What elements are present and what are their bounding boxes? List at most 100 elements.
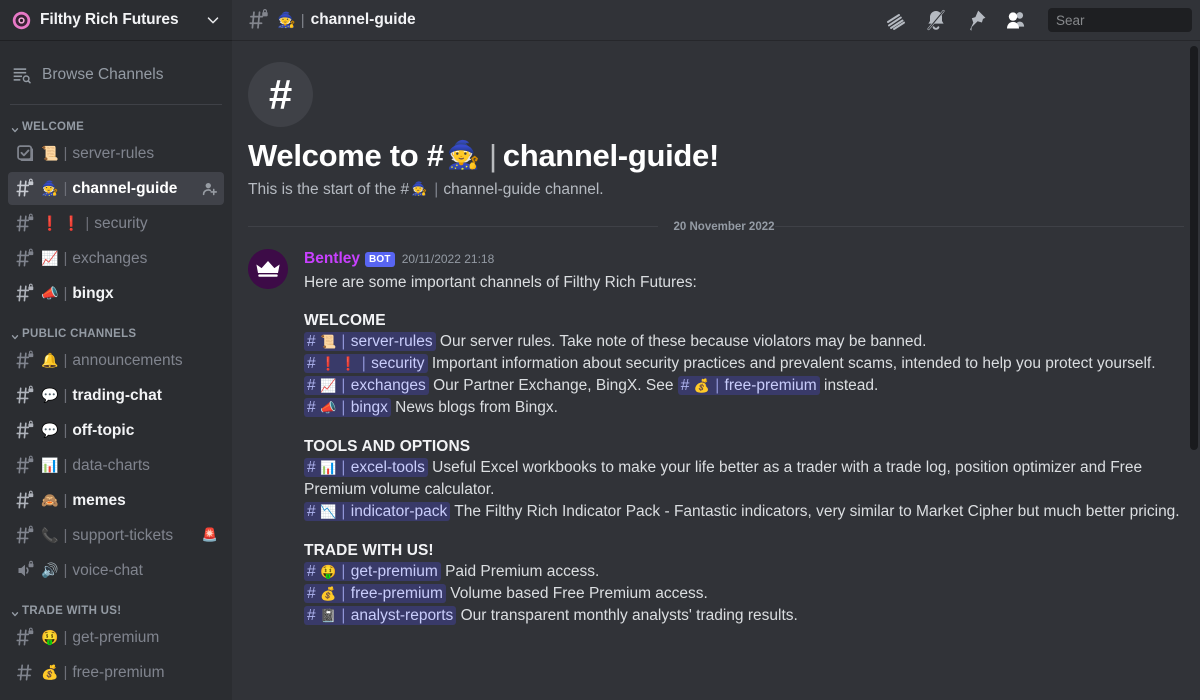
mention-emoji: 💰	[319, 586, 337, 602]
intro-title-separator: |	[489, 138, 497, 173]
sidebar-channel-off-topic[interactable]: 💬 | off-topic	[8, 414, 224, 447]
channel-name: trading-chat	[72, 386, 162, 404]
channel-description-line: # 📜 | server-rules Our server rules. Tak…	[304, 331, 1184, 353]
sidebar-channel-bingx[interactable]: 📣 | bingx	[8, 277, 224, 310]
locked-text-channel-icon	[15, 213, 36, 234]
intro-title-prefix: Welcome to #	[248, 138, 444, 173]
channel-intro-subtitle: This is the start of the # 🧙 | channel-g…	[248, 181, 1184, 199]
block-title: TRADE WITH US!	[304, 541, 434, 559]
browse-channels-button[interactable]: Browse Channels	[10, 58, 224, 92]
channel-emoji: 💬	[41, 422, 59, 439]
scrollbar-thumb[interactable]	[1190, 46, 1198, 450]
sidebar-channel-channel-guide[interactable]: 🧙 | channel-guide	[8, 172, 224, 205]
search-placeholder: Sear	[1056, 12, 1085, 28]
message-scroller: # Welcome to # 🧙 | channel-guide! This i…	[232, 40, 1200, 700]
mention-separator: |	[337, 332, 350, 350]
channel-mention-bingx[interactable]: # 📣 | bingx	[304, 397, 391, 417]
intro-title-suffix: channel-guide!	[502, 138, 720, 173]
channel-description-line: # 📉 | indicator-pack The Filthy Rich Ind…	[304, 501, 1184, 523]
rules-channel-icon	[15, 143, 36, 164]
sidebar-channel-data-charts[interactable]: 📊 | data-charts	[8, 449, 224, 482]
sidebar-channel-get-premium[interactable]: 🤑 | get-premium	[8, 621, 224, 654]
message-blocks: WELCOME # 📜 | server-rules Our server rul…	[304, 312, 1184, 627]
channel-emoji: 💬	[41, 387, 59, 404]
channel-emoji: 📊	[41, 457, 59, 474]
chevron-down-icon[interactable]	[204, 11, 222, 29]
avatar[interactable]	[248, 248, 288, 289]
member-list-icon[interactable]	[1004, 8, 1028, 32]
channel-mention-exchanges[interactable]: # 📈 | exchanges	[304, 375, 429, 395]
channel-topbar: 🧙 | channel-guide Sear	[232, 0, 1200, 40]
threads-icon[interactable]	[884, 8, 908, 32]
mention-emoji: 📉	[319, 504, 337, 520]
mention-emoji: 🤑	[319, 564, 337, 580]
channel-category-list: WELCOME 📜 | server-rules 🧙 | channel-guide ❗ ❗ |…	[0, 105, 232, 691]
sidebar-channel-security[interactable]: ❗ ❗ | security	[8, 207, 224, 240]
sidebar-channel-announcements[interactable]: 🔔 | announcements	[8, 344, 224, 377]
channel-name: server-rules	[72, 144, 155, 162]
channel-mention-indicator-pack[interactable]: # 📉 | indicator-pack	[304, 501, 451, 521]
mention-emoji: ❗ ❗	[319, 356, 357, 372]
channel-mention-server-rules[interactable]: # 📜 | server-rules	[304, 331, 436, 351]
mention-name: exchanges	[350, 376, 426, 394]
channel-mention-security[interactable]: # ❗ ❗ | security	[304, 353, 428, 373]
channel-intro-title: Welcome to # 🧙 | channel-guide!	[248, 138, 1184, 174]
channel-separator: |	[63, 664, 68, 681]
mention-name: free-premium	[350, 584, 443, 602]
message-block: TRADE WITH US! # 🤑 | get-premium Paid Pre…	[304, 542, 1184, 627]
locked-text-channel-icon	[248, 9, 270, 31]
locked-text-channel-icon	[15, 627, 36, 648]
browse-channels-icon	[12, 65, 32, 85]
sidebar-channel-free-premium[interactable]: 💰 | free-premium	[8, 656, 224, 689]
channel-mention-get-premium[interactable]: # 🤑 | get-premium	[304, 561, 441, 581]
channel-emoji: 🔊	[41, 562, 59, 579]
hash-glyph: #	[307, 584, 316, 602]
date-divider: 20 November 2022	[248, 221, 1185, 233]
hash-glyph: #	[307, 606, 316, 624]
channel-category-trade-with-us[interactable]: TRADE WITH US!	[0, 589, 232, 621]
mention-name: security	[371, 354, 425, 372]
channel-separator: |	[63, 422, 68, 439]
channel-mention-excel-tools[interactable]: # 📊 | excel-tools	[304, 457, 428, 477]
message-timestamp: 20/11/2022 21:18	[401, 252, 495, 267]
channel-emoji: 🤑	[41, 629, 59, 646]
channel-separator: |	[63, 250, 68, 267]
channel-category-public-channels[interactable]: PUBLIC CHANNELS	[0, 312, 232, 344]
notification-muted-icon[interactable]	[924, 8, 948, 32]
sidebar-channel-trading-chat[interactable]: 💬 | trading-chat	[8, 379, 224, 412]
message-author[interactable]: Bentley	[304, 250, 360, 268]
locked-text-channel-icon	[15, 283, 36, 304]
channel-description-text: Paid Premium access.	[445, 562, 600, 580]
channel-mention-free-premium[interactable]: # 💰 | free-premium	[677, 375, 820, 395]
channel-name: support-tickets	[72, 526, 174, 544]
add-member-icon[interactable]	[202, 181, 218, 197]
sidebar-channel-voice-chat[interactable]: 🔊 | voice-chat	[8, 554, 224, 587]
channel-emoji: 💰	[41, 664, 59, 681]
sidebar-channel-support-tickets[interactable]: 📞 | support-tickets 🚨	[8, 519, 224, 552]
channel-category-welcome[interactable]: WELCOME	[0, 105, 232, 137]
mention-separator: |	[337, 376, 350, 394]
mention-emoji: 📜	[319, 334, 337, 350]
mention-separator: |	[710, 376, 724, 394]
mention-emoji: 📣	[319, 400, 337, 416]
server-header[interactable]: Filthy Rich Futures	[0, 0, 232, 40]
mage-icon: 🧙	[446, 140, 481, 172]
channel-mention-analyst-reports[interactable]: # 📓 | analyst-reports	[304, 605, 457, 625]
bot-badge: BOT	[365, 251, 395, 267]
message-block: TOOLS AND OPTIONS # 📊 | excel-tools Usefu…	[304, 438, 1184, 523]
browse-channels-label: Browse Channels	[42, 66, 164, 83]
channel-description-line: # 🤑 | get-premium Paid Premium access.	[304, 561, 1184, 583]
pinned-messages-icon[interactable]	[964, 8, 988, 32]
sidebar-channel-server-rules[interactable]: 📜 | server-rules	[8, 137, 224, 170]
text-channel-icon	[15, 662, 36, 683]
channel-name: data-charts	[72, 456, 150, 474]
channel-separator: |	[63, 562, 68, 579]
mention-separator: |	[357, 354, 371, 372]
search-input[interactable]: Sear	[1048, 8, 1192, 32]
channel-emoji: 🙈	[41, 492, 59, 509]
channel-separator: |	[63, 180, 68, 197]
sidebar-channel-exchanges[interactable]: 📈 | exchanges	[8, 242, 224, 275]
sidebar-channel-memes[interactable]: 🙈 | memes	[8, 484, 224, 517]
channel-mention-free-premium[interactable]: # 💰 | free-premium	[304, 583, 446, 603]
channel-description-text: Our Partner Exchange, BingX. See	[433, 376, 678, 394]
